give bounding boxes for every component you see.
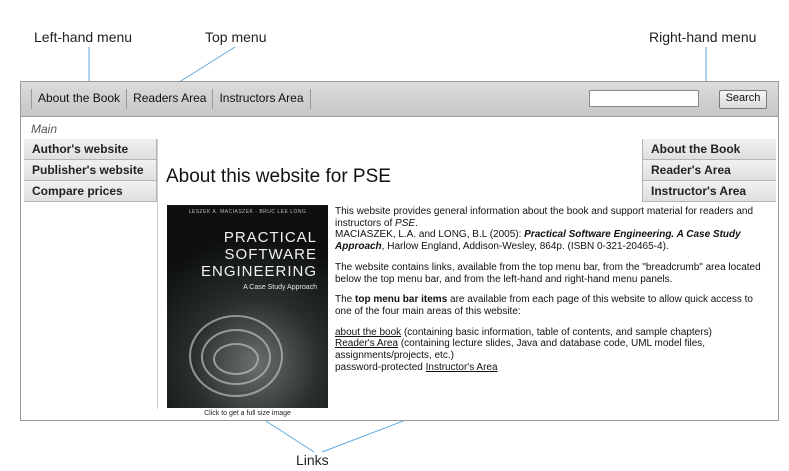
cover-title: PRACTICAL SOFTWARE ENGINEERING bbox=[167, 229, 317, 280]
breadcrumb[interactable]: Main bbox=[31, 122, 57, 136]
top-menu-item-readers-area[interactable]: Readers Area bbox=[127, 89, 214, 109]
instructors-prefix: password-protected bbox=[335, 361, 426, 373]
cover-title-line1: PRACTICAL bbox=[223, 229, 317, 246]
top-menu-item-about-book[interactable]: About the Book bbox=[31, 89, 128, 109]
instructors-area-link[interactable]: Instructor's Area bbox=[426, 362, 498, 373]
left-menu-item-authors-website[interactable]: Author's website bbox=[24, 139, 157, 160]
cover-title-line2: SOFTWARE bbox=[224, 246, 317, 263]
top-menu-paragraph: The top menu bar items are available fro… bbox=[335, 294, 767, 317]
search-input[interactable] bbox=[589, 90, 699, 107]
readers-area-link[interactable]: Reader's Area bbox=[335, 338, 398, 349]
about-book-desc: (containing basic information, table of … bbox=[401, 326, 712, 338]
book-cover-image[interactable]: LESZEK A. MACIASZEK · BRUC LEE LONG PRAC… bbox=[167, 205, 328, 408]
right-menu-item-readers-area[interactable]: Reader's Area bbox=[642, 160, 776, 181]
right-menu-callout: Right-hand menu bbox=[649, 29, 757, 45]
links-callout: Links bbox=[296, 452, 329, 468]
top-menu: About the Book Readers Area Instructors … bbox=[31, 89, 311, 109]
cover-coil-graphic-core bbox=[213, 343, 259, 375]
left-menu-item-publishers-website[interactable]: Publisher's website bbox=[24, 160, 157, 181]
top-menu-item-instructors-area[interactable]: Instructors Area bbox=[213, 89, 311, 109]
right-menu: About the Book Reader's Area Instructor'… bbox=[642, 139, 776, 202]
links-paragraph: The website contains links, available fr… bbox=[335, 261, 761, 285]
right-menu-item-about-book[interactable]: About the Book bbox=[642, 139, 776, 160]
left-menu-item-compare-prices[interactable]: Compare prices bbox=[24, 181, 157, 202]
cover-caption: Click to get a full size image bbox=[204, 410, 291, 417]
top-menu-bar: About the Book Readers Area Instructors … bbox=[21, 82, 778, 117]
top-menu-bold: top menu bar items bbox=[355, 294, 448, 306]
search-button[interactable]: Search bbox=[719, 90, 767, 109]
cover-authors: LESZEK A. MACIASZEK · BRUC LEE LONG bbox=[188, 209, 307, 215]
left-menu: Author's website Publisher's website Com… bbox=[24, 139, 158, 409]
top-menu-leader bbox=[175, 46, 236, 85]
page-title: About this website for PSE bbox=[166, 166, 391, 187]
intro-end: . bbox=[415, 217, 418, 229]
reference-rest: , Harlow England, Addison-Wesley, 864p. … bbox=[381, 241, 669, 253]
cover-subtitle: A Case Study Approach bbox=[243, 284, 317, 291]
right-menu-item-instructors-area[interactable]: Instructor's Area bbox=[642, 181, 776, 202]
website-window: About the Book Readers Area Instructors … bbox=[20, 81, 779, 421]
intro-pse: PSE bbox=[395, 217, 416, 229]
cover-title-line3: ENGINEERING bbox=[200, 263, 317, 280]
left-menu-callout: Left-hand menu bbox=[34, 29, 133, 45]
intro-paragraph: This website provides general informatio… bbox=[335, 206, 767, 253]
reference-authors: MACIASZEK, L.A. and LONG, B.L (2005): bbox=[335, 229, 525, 241]
area-links: about the book (containing basic informa… bbox=[335, 327, 767, 374]
top-menu-callout: Top menu bbox=[205, 29, 267, 45]
main-content: This website provides general informatio… bbox=[335, 206, 767, 382]
top-menu-lead: The bbox=[335, 294, 356, 306]
about-book-link[interactable]: about the book bbox=[335, 327, 401, 338]
